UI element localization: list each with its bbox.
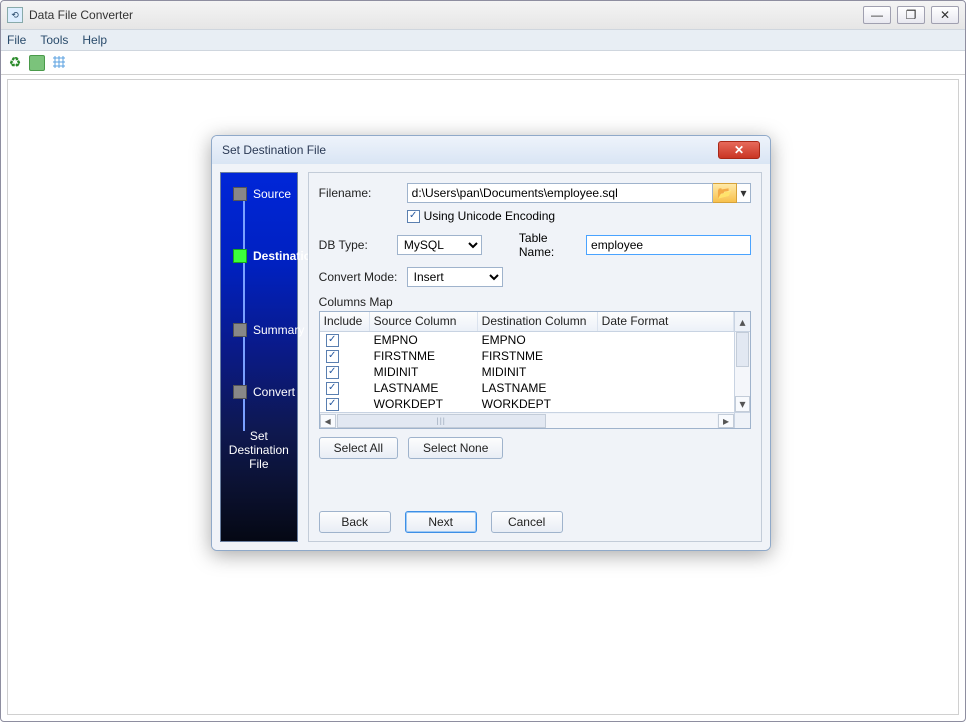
scroll-up-button[interactable]: ▴ (734, 312, 750, 331)
vscroll-thumb[interactable] (736, 332, 749, 367)
grid-view-icon[interactable] (51, 55, 67, 71)
dialog-body: Source Destination Summary Convert Set D… (212, 164, 770, 550)
unicode-checkbox-row: ✓ Using Unicode Encoding (407, 209, 751, 223)
filename-history-dropdown[interactable]: ▾ (737, 183, 751, 203)
table-row[interactable]: ✓ EMPNOEMPNO (320, 332, 734, 348)
unicode-checkbox[interactable]: ✓ (407, 210, 420, 223)
columns-map-label: Columns Map (319, 295, 751, 309)
dialog-nav: Back Next Cancel (319, 511, 751, 533)
main-window: ⟲ Data File Converter — ❐ ✕ File Tools H… (0, 0, 966, 722)
include-checkbox[interactable]: ✓ (326, 398, 339, 411)
dbtype-select[interactable]: MySQL (397, 235, 482, 255)
set-destination-dialog: Set Destination File ✕ Source Destinatio… (211, 135, 771, 551)
source-column-cell: WORKDEPT (370, 397, 478, 411)
minimize-button[interactable]: — (863, 6, 891, 24)
cancel-button[interactable]: Cancel (491, 511, 563, 533)
back-button[interactable]: Back (319, 511, 391, 533)
menu-file[interactable]: File (7, 33, 26, 47)
destination-column-cell: LASTNAME (478, 381, 598, 395)
form-panel: Filename: 📂 ▾ ✓ Using Unicode Encoding D… (308, 172, 762, 542)
menubar: File Tools Help (1, 29, 965, 51)
scroll-down-button[interactable]: ▾ (735, 396, 750, 412)
grid-header: Include Source Column Destination Column… (320, 312, 750, 332)
window-title: Data File Converter (29, 8, 133, 22)
destination-column-cell: WORKDEPT (478, 397, 598, 411)
convertmode-label: Convert Mode: (319, 270, 399, 284)
tablename-input[interactable] (586, 235, 751, 255)
wizard-step-label: Summary (253, 323, 304, 337)
vertical-scrollbar[interactable]: ▾ (734, 332, 750, 412)
table-row[interactable]: ✓ MIDINITMIDINIT (320, 364, 734, 380)
folder-open-icon: 📂 (717, 186, 732, 200)
dialog-title: Set Destination File (222, 143, 326, 157)
scroll-left-button[interactable]: ◂ (320, 414, 336, 428)
window-controls: — ❐ ✕ (863, 6, 959, 24)
menu-tools[interactable]: Tools (40, 33, 68, 47)
wizard-box-icon (233, 323, 247, 337)
table-row[interactable]: ✓ WORKDEPTWORKDEPT (320, 396, 734, 412)
header-destination-column[interactable]: Destination Column (478, 312, 598, 331)
tablename-label: Table Name: (519, 231, 578, 259)
close-button[interactable]: ✕ (931, 6, 959, 24)
wizard-box-icon (233, 249, 247, 263)
include-checkbox[interactable]: ✓ (326, 334, 339, 347)
maximize-button[interactable]: ❐ (897, 6, 925, 24)
wizard-step-convert[interactable]: Convert (233, 385, 295, 399)
destination-column-cell: EMPNO (478, 333, 598, 347)
wizard-step-source[interactable]: Source (233, 187, 291, 201)
unicode-label: Using Unicode Encoding (424, 209, 555, 223)
next-button[interactable]: Next (405, 511, 477, 533)
convert-icon[interactable]: ♻ (7, 55, 23, 71)
menu-help[interactable]: Help (82, 33, 107, 47)
source-column-cell: EMPNO (370, 333, 478, 347)
source-column-cell: FIRSTNME (370, 349, 478, 363)
app-icon: ⟲ (7, 7, 23, 23)
filename-input[interactable] (407, 183, 713, 203)
source-column-cell: LASTNAME (370, 381, 478, 395)
wizard-step-label: Source (253, 187, 291, 201)
wizard-step-label: Convert (253, 385, 295, 399)
filename-label: Filename: (319, 186, 399, 200)
header-include[interactable]: Include (320, 312, 370, 331)
grid-body[interactable]: ✓ EMPNOEMPNO ✓ FIRSTNMEFIRSTNME ✓ MIDINITMIDI… (320, 332, 734, 412)
table-row[interactable]: ✓ LASTNAMELASTNAME (320, 380, 734, 396)
wizard-box-icon (233, 187, 247, 201)
open-folder-icon[interactable] (29, 55, 45, 71)
wizard-box-icon (233, 385, 247, 399)
include-checkbox[interactable]: ✓ (326, 366, 339, 379)
select-all-button[interactable]: Select All (319, 437, 398, 459)
wizard-description: Set Destination File (221, 429, 297, 471)
filename-combo: 📂 ▾ (407, 183, 751, 203)
table-row[interactable]: ✓ FIRSTNMEFIRSTNME (320, 348, 734, 364)
toolbar: ♻ (1, 51, 965, 75)
wizard-step-destination[interactable]: Destination (233, 249, 318, 263)
titlebar[interactable]: ⟲ Data File Converter — ❐ ✕ (1, 1, 965, 29)
convertmode-select[interactable]: Insert (407, 267, 503, 287)
hscroll-thumb[interactable]: ||| (337, 414, 546, 428)
include-checkbox[interactable]: ✓ (326, 350, 339, 363)
header-source-column[interactable]: Source Column (370, 312, 478, 331)
header-date-format[interactable]: Date Format (598, 312, 734, 331)
dialog-close-button[interactable]: ✕ (718, 141, 760, 159)
select-none-button[interactable]: Select None (408, 437, 503, 459)
columns-grid: Include Source Column Destination Column… (319, 311, 751, 429)
source-column-cell: MIDINIT (370, 365, 478, 379)
include-checkbox[interactable]: ✓ (326, 382, 339, 395)
wizard-step-summary[interactable]: Summary (233, 323, 304, 337)
browse-button[interactable]: 📂 (713, 183, 737, 203)
scroll-corner (734, 412, 750, 428)
dbtype-label: DB Type: (319, 238, 389, 252)
wizard-sidebar: Source Destination Summary Convert Set D… (220, 172, 298, 542)
destination-column-cell: MIDINIT (478, 365, 598, 379)
destination-column-cell: FIRSTNME (478, 349, 598, 363)
scroll-right-button[interactable]: ▸ (718, 414, 734, 428)
dialog-titlebar[interactable]: Set Destination File ✕ (212, 136, 770, 164)
horizontal-scrollbar[interactable]: ◂ ||| ▸ (320, 412, 734, 428)
